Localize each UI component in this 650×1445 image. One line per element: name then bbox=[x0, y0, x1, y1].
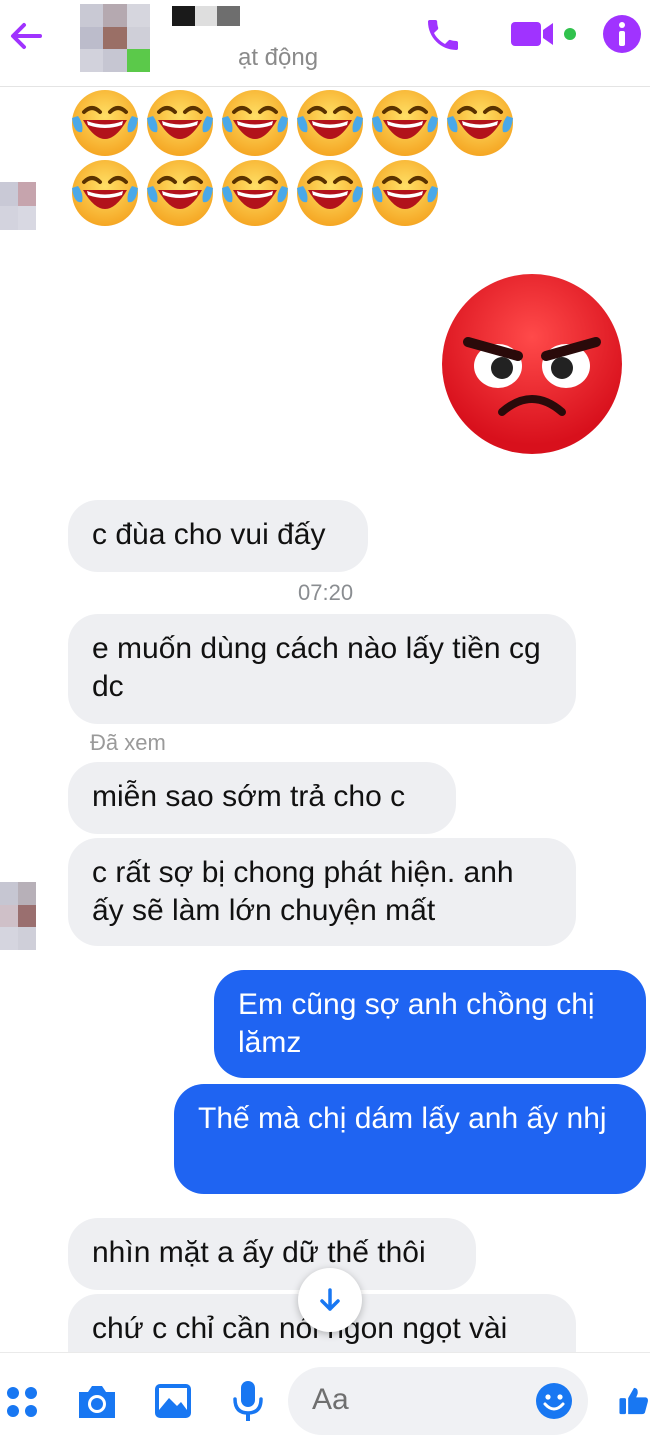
image-icon bbox=[155, 1384, 191, 1418]
video-call-button[interactable] bbox=[508, 14, 558, 54]
message-input-placeholder: Aa bbox=[312, 1383, 349, 1416]
laughing-emoji-icon bbox=[70, 158, 140, 228]
phone-icon bbox=[428, 20, 458, 50]
scroll-to-bottom-button[interactable] bbox=[298, 1268, 362, 1332]
message-text: miễn sao sớm trả cho c bbox=[92, 780, 406, 813]
message-text: Thế mà chị dám lấy anh ấy nhj bbox=[198, 1102, 607, 1135]
laughing-emoji-icon bbox=[220, 88, 290, 158]
incoming-message[interactable]: nhìn mặt a ấy dữ thế thôi bbox=[68, 1218, 476, 1290]
incoming-message[interactable]: c đùa cho vui đấy bbox=[68, 500, 368, 572]
message-text: e muốn dùng cách nào lấy tiền cg dc bbox=[92, 632, 541, 703]
chat-header: ạt động bbox=[0, 0, 650, 87]
apps-grid-icon bbox=[7, 1387, 37, 1417]
thumbs-up-icon bbox=[619, 1387, 648, 1415]
seen-indicator: Đã xem bbox=[90, 730, 166, 755]
contact-avatar[interactable] bbox=[80, 4, 150, 72]
outgoing-message[interactable]: Thế mà chị dám lấy anh ấy nhj bbox=[174, 1084, 646, 1194]
angry-emoji-icon bbox=[442, 274, 622, 454]
back-button[interactable] bbox=[4, 14, 48, 58]
incoming-message[interactable]: c rất sợ bị chong phát hiện. anh ấy sẽ l… bbox=[68, 838, 576, 946]
message-text: c rất sợ bị chong phát hiện. anh ấy sẽ l… bbox=[92, 856, 514, 927]
info-button[interactable] bbox=[600, 12, 644, 56]
back-arrow-icon bbox=[11, 23, 42, 49]
laughing-emoji-icon bbox=[370, 158, 440, 228]
online-dot bbox=[564, 28, 576, 40]
laughing-emoji-icon bbox=[145, 88, 215, 158]
contact-name bbox=[172, 6, 240, 26]
emoji-button[interactable] bbox=[534, 1381, 574, 1421]
camera-button[interactable] bbox=[74, 1380, 120, 1424]
message-text: nhìn mặt a ấy dữ thế thôi bbox=[92, 1236, 426, 1269]
incoming-message[interactable]: miễn sao sớm trả cho c bbox=[68, 762, 456, 834]
call-button[interactable] bbox=[420, 12, 466, 58]
outgoing-message[interactable]: Em cũng sợ anh chồng chị lămz bbox=[214, 970, 646, 1078]
message-text: chứ c chỉ cần nói ngon ngọt vài bbox=[92, 1312, 508, 1345]
message-input[interactable]: Aa bbox=[288, 1367, 588, 1435]
sender-avatar bbox=[0, 882, 36, 950]
message-timestamp: 07:20 bbox=[298, 580, 354, 605]
laughing-emoji-icon bbox=[445, 88, 515, 158]
arrow-down-icon bbox=[320, 1288, 340, 1311]
message-text: Em cũng sợ anh chồng chị lămz bbox=[238, 988, 595, 1059]
laughing-emoji-icon bbox=[145, 158, 215, 228]
message-text: c đùa cho vui đấy bbox=[92, 518, 326, 551]
camera-icon bbox=[79, 1386, 115, 1418]
laughing-emoji-icon bbox=[70, 88, 140, 158]
like-button[interactable] bbox=[618, 1378, 650, 1424]
contact-status: ạt động bbox=[238, 44, 319, 71]
apps-button[interactable] bbox=[2, 1382, 42, 1422]
laughing-emoji-icon bbox=[370, 88, 440, 158]
laughing-emoji-icon bbox=[220, 158, 290, 228]
incoming-message[interactable]: e muốn dùng cách nào lấy tiền cg dc bbox=[68, 614, 576, 724]
video-camera-icon bbox=[511, 22, 553, 46]
info-icon bbox=[603, 15, 641, 53]
gallery-button[interactable] bbox=[152, 1380, 194, 1422]
laughing-emoji-icon bbox=[295, 158, 365, 228]
microphone-icon bbox=[233, 1381, 263, 1421]
sender-avatar bbox=[0, 182, 36, 230]
laughing-emoji-icon bbox=[295, 88, 365, 158]
microphone-button[interactable] bbox=[228, 1378, 268, 1424]
emoji-icon bbox=[536, 1383, 572, 1419]
